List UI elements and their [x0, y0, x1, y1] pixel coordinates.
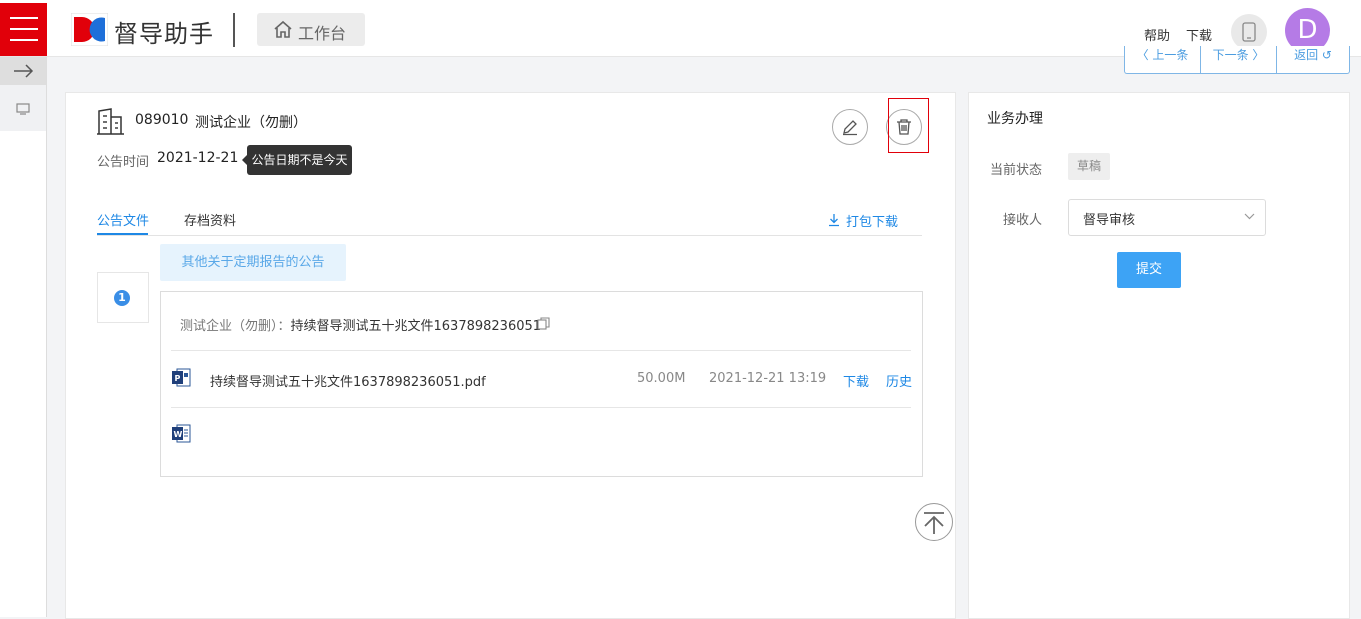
- company-building-icon: [97, 108, 124, 135]
- record-code: 089010: [135, 112, 189, 128]
- workbench-label: 工作台: [298, 24, 347, 43]
- notice-category-chip: 其他关于定期报告的公告: [160, 244, 346, 281]
- header-divider: [233, 13, 235, 47]
- phone-icon: [1242, 22, 1256, 42]
- date-warning-tooltip: 公告日期不是今天: [242, 145, 352, 175]
- download-all-link[interactable]: 打包下载: [846, 211, 898, 230]
- file-name[interactable]: 持续督导测试五十兆文件1637898236051.pdf: [210, 371, 486, 390]
- date-value: 2021-12-21: [157, 150, 239, 166]
- arrow-up-icon: [924, 512, 944, 534]
- pdf-file-icon: P: [172, 368, 191, 387]
- home-icon: [274, 20, 292, 38]
- file-download-link[interactable]: 下载: [843, 371, 869, 390]
- svg-text:W: W: [174, 430, 183, 439]
- prev-record-button[interactable]: 〈 上一条: [1125, 46, 1200, 73]
- item-name: 持续督导测试五十兆文件1637898236051: [290, 319, 542, 334]
- receiver-value: 督导审核: [1083, 213, 1136, 228]
- tab-archive[interactable]: 存档资料: [184, 210, 236, 229]
- word-file-icon: W: [172, 424, 191, 443]
- tab-divider: [97, 235, 922, 236]
- record-nav-group: 〈 上一条 下一条 〉 返回 ↺: [1124, 46, 1350, 74]
- company-name: 测试企业（勿删）: [195, 115, 307, 131]
- row-divider: [171, 407, 911, 408]
- pencil-icon: [843, 120, 857, 136]
- arrow-right-icon: [14, 64, 34, 78]
- item-number-badge: 1: [114, 290, 130, 306]
- delete-highlight-box: [888, 98, 929, 153]
- sidebar-item-monitor[interactable]: [0, 85, 46, 131]
- status-label: 当前状态: [990, 163, 1043, 178]
- svg-text:P: P: [175, 374, 181, 383]
- receiver-label: 接收人: [1003, 213, 1043, 228]
- app-title: 督导助手: [114, 20, 214, 48]
- workbench-button[interactable]: 工作台: [257, 13, 365, 46]
- item-prefix: 测试企业（勿删）：: [180, 319, 291, 334]
- hamburger-menu-icon[interactable]: [0, 3, 47, 56]
- item-title: 测试企业（勿删）：持续督导测试五十兆文件1637898236051: [180, 315, 541, 334]
- back-button[interactable]: 返回 ↺: [1277, 46, 1349, 73]
- monitor-icon: [16, 103, 30, 115]
- active-tab-indicator: [97, 233, 148, 235]
- receiver-select[interactable]: 督导审核: [1068, 199, 1266, 236]
- file-size: 50.00M: [637, 371, 686, 386]
- sidebar: [0, 57, 47, 617]
- edit-button[interactable]: [832, 109, 868, 145]
- mobile-button[interactable]: [1231, 14, 1267, 50]
- status-badge: 草稿: [1068, 153, 1110, 180]
- copy-icon[interactable]: [537, 317, 550, 330]
- chevron-down-icon: [1244, 213, 1255, 220]
- sidebar-expand-button[interactable]: [0, 57, 46, 85]
- download-icon: [829, 214, 839, 227]
- help-link[interactable]: 帮助: [1144, 25, 1170, 44]
- next-record-button[interactable]: 下一条 〉: [1201, 46, 1276, 73]
- file-time: 2021-12-21 13:19: [709, 371, 827, 386]
- business-panel-title: 业务办理: [987, 111, 1043, 127]
- submit-button[interactable]: 提交: [1117, 252, 1181, 288]
- date-label: 公告时间: [97, 155, 150, 170]
- tab-notice-files[interactable]: 公告文件: [97, 210, 149, 229]
- row-divider: [171, 350, 911, 351]
- app-logo-icon: [71, 13, 108, 46]
- file-history-link[interactable]: 历史: [886, 371, 912, 390]
- download-link[interactable]: 下载: [1186, 25, 1212, 44]
- back-to-top-button[interactable]: [915, 503, 953, 541]
